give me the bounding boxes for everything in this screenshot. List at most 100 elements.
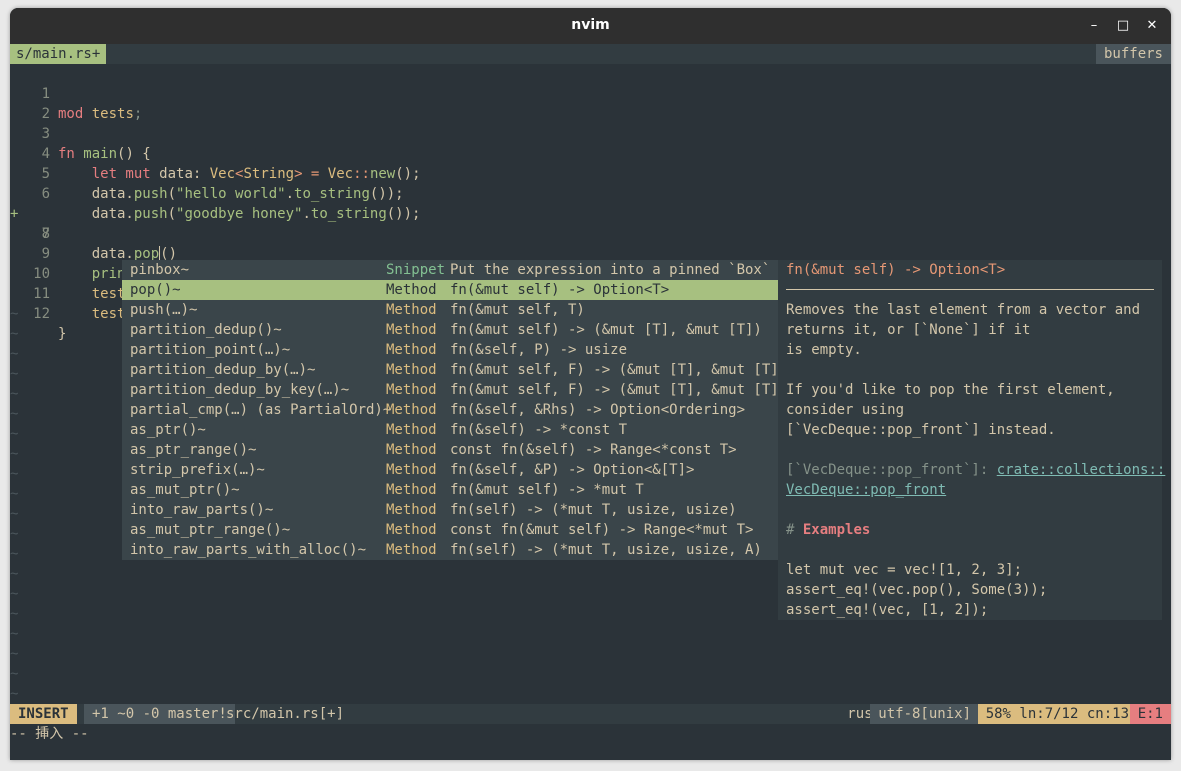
completion-kind: Method — [386, 462, 437, 478]
nvim-window: nvim – □ ✕ s/main.rs+ buffers 1 mod test… — [10, 8, 1171, 760]
completion-label: partial_cmp(…) (as PartialOrd)~ — [130, 402, 392, 418]
maximize-button[interactable]: □ — [1113, 16, 1133, 36]
doc-heading: Examples — [802, 522, 871, 538]
completion-label: into_raw_parts_with_alloc()~ — [130, 542, 367, 558]
completion-detail: const fn(&mut self) -> Range<*mut T> — [450, 522, 754, 538]
code-line: 4 let mut data: Vec<String> = Vec::new()… — [10, 124, 1171, 182]
doc-text: Removes the last element from a vector a… — [786, 302, 1141, 318]
empty-line-marker: ~ — [10, 406, 19, 422]
empty-line-marker: ~ — [10, 346, 19, 362]
completion-detail: const fn(&self) -> Range<*const T> — [450, 442, 737, 458]
completion-label: as_mut_ptr()~ — [130, 482, 240, 498]
command-line[interactable]: -- 挿入 -- — [10, 724, 1171, 760]
doc-link-ref: [`VecDeque::pop_front`]: — [786, 462, 989, 478]
empty-line-marker: ~ — [10, 546, 19, 562]
completion-label: as_ptr()~ — [130, 422, 206, 438]
completion-item[interactable]: into_raw_parts()~ Method fn(self) -> (*mut… — [122, 500, 778, 520]
doc-link[interactable]: VecDeque::pop_front — [786, 480, 946, 500]
completion-label: partition_point(…)~ — [130, 342, 291, 358]
empty-line-marker: ~ — [10, 326, 19, 342]
completion-kind: Method — [386, 402, 437, 418]
error-count: E:1 — [1129, 704, 1171, 724]
empty-line-marker: ~ — [10, 366, 19, 382]
editor-area[interactable]: 1 mod tests; 2 3 fn main() { 4 let mut d… — [10, 64, 1171, 704]
completion-detail: fn(&self, &P) -> Option<&[T]> — [450, 462, 695, 478]
completion-menu: pinbox~ Snippet Put the expression into a … — [122, 260, 787, 560]
completion-label: partition_dedup_by_key(…)~ — [130, 382, 350, 398]
tab-main-rs[interactable]: s/main.rs+ — [10, 44, 107, 64]
completion-label: strip_prefix(…)~ — [130, 462, 265, 478]
completion-kind: Method — [386, 522, 437, 538]
completion-item[interactable]: partition_dedup_by(…)~ Method fn(&mut self… — [122, 360, 787, 380]
doc-example: let mut vec = vec![1, 2, 3]; — [786, 562, 1023, 578]
completion-kind: Method — [386, 422, 437, 438]
completion-detail: fn(&mut self, F) -> (&mut [T], &mut [T]) — [450, 362, 788, 378]
doc-text: returns it, or [`None`] if it — [786, 322, 1031, 338]
doc-link[interactable]: crate::collections:: — [997, 462, 1166, 478]
completion-item[interactable]: as_mut_ptr()~ Method fn(&mut self) -> *mut… — [122, 480, 778, 500]
empty-line-marker: ~ — [10, 686, 19, 702]
mode-indicator: INSERT — [10, 704, 77, 724]
completion-item[interactable]: push(…)~ Method fn(&mut self, T) — [122, 300, 778, 320]
buffers-label: buffers — [1095, 44, 1171, 64]
git-status: +1 ~0 -0 master! — [84, 704, 235, 724]
completion-item[interactable]: partition_dedup_by_key(…)~ Method fn(&mut … — [122, 380, 787, 400]
doc-heading-line: # Examples — [786, 520, 870, 540]
code-line: 3 fn main() { — [10, 104, 1171, 162]
empty-line-marker: ~ — [10, 306, 19, 322]
completion-item[interactable]: into_raw_parts_with_alloc()~ Method fn(sel… — [122, 540, 778, 560]
completion-item[interactable]: partition_dedup()~ Method fn(&mut self) ->… — [122, 320, 778, 340]
doc-text: [`VecDeque::pop_front`] instead. — [786, 422, 1056, 438]
completion-kind: Method — [386, 442, 437, 458]
completion-kind: Method — [386, 342, 437, 358]
completion-item[interactable]: pinbox~ Snippet Put the expression into a … — [122, 260, 778, 280]
completion-label: pop()~ — [130, 282, 181, 298]
empty-line-marker: ~ — [10, 486, 19, 502]
empty-line-marker: ~ — [10, 526, 19, 542]
completion-kind: Snippet — [386, 262, 446, 278]
code-line: 9 println!("Hello, world! {:?}", data); — [10, 224, 1171, 282]
doc-text: consider using — [786, 402, 905, 418]
mode-message: -- 挿入 -- — [10, 726, 89, 742]
documentation-popup: fn(&mut self) -> Option<T> Removes the l… — [778, 260, 1165, 620]
minimize-button[interactable]: – — [1084, 16, 1104, 36]
completion-detail: fn(self) -> (*mut T, usize, usize, A) — [450, 542, 762, 558]
empty-line-marker: ~ — [10, 586, 19, 602]
completion-detail: fn(&mut self) -> *mut T — [450, 482, 644, 498]
completion-detail: fn(&self, &Rhs) -> Option<Ordering> — [450, 402, 746, 418]
completion-detail: Put the expression into a pinned `Box` — [450, 262, 771, 278]
completion-kind: Method — [386, 482, 437, 498]
completion-item[interactable]: partial_cmp(…) (as PartialOrd)~ Method fn(… — [122, 400, 778, 420]
completion-detail: fn(&mut self, F) -> (&mut [T], &mut [T]) — [450, 382, 788, 398]
doc-link-line: [`VecDeque::pop_front`]: crate::collecti… — [786, 460, 1165, 480]
empty-line-marker: ~ — [10, 506, 19, 522]
doc-text: is empty. — [786, 342, 862, 358]
completion-kind: Method — [386, 542, 437, 558]
completion-kind: Method — [386, 382, 437, 398]
completion-item[interactable]: as_ptr()~ Method fn(&self) -> *const T — [122, 420, 778, 440]
completion-item[interactable]: partition_point(…)~ Method fn(&self, P) ->… — [122, 340, 778, 360]
file-name: src/main.rs[+] — [226, 706, 345, 722]
completion-label: partition_dedup_by(…)~ — [130, 362, 316, 378]
code-line: 6 data.push("goodbye honey".to_string())… — [10, 164, 1171, 222]
close-button[interactable]: ✕ — [1142, 16, 1162, 36]
completion-label: as_ptr_range()~ — [130, 442, 257, 458]
completion-item[interactable]: as_mut_ptr_range()~ Method const fn(&mut s… — [122, 520, 778, 540]
title-bar: nvim – □ ✕ — [10, 8, 1171, 44]
code-line: + 7 data.pop() — [10, 184, 1171, 262]
empty-line-marker: ~ — [10, 646, 19, 662]
completion-item-selected[interactable]: pop()~ Method fn(&mut self) -> Option<T> — [122, 280, 778, 300]
completion-detail: fn(&mut self, T) — [450, 302, 585, 318]
code-line: 2 — [10, 84, 1171, 122]
code-line: 5 data.push("hello world".to_string()); — [10, 144, 1171, 202]
doc-separator — [786, 289, 1154, 290]
completion-kind: Method — [386, 502, 437, 518]
doc-signature: fn(&mut self) -> Option<T> — [786, 262, 1006, 278]
completion-item[interactable]: as_ptr_range()~ Method const fn(&self) -> … — [122, 440, 778, 460]
completion-label: into_raw_parts()~ — [130, 502, 274, 518]
doc-example: assert_eq!(vec.pop(), Some(3)); — [786, 582, 1048, 598]
completion-detail: fn(&mut self) -> (&mut [T], &mut [T]) — [450, 322, 762, 338]
completion-item[interactable]: strip_prefix(…)~ Method fn(&self, &P) -> O… — [122, 460, 778, 480]
completion-label: as_mut_ptr_range()~ — [130, 522, 291, 538]
completion-detail: fn(&self, P) -> usize — [450, 342, 628, 358]
